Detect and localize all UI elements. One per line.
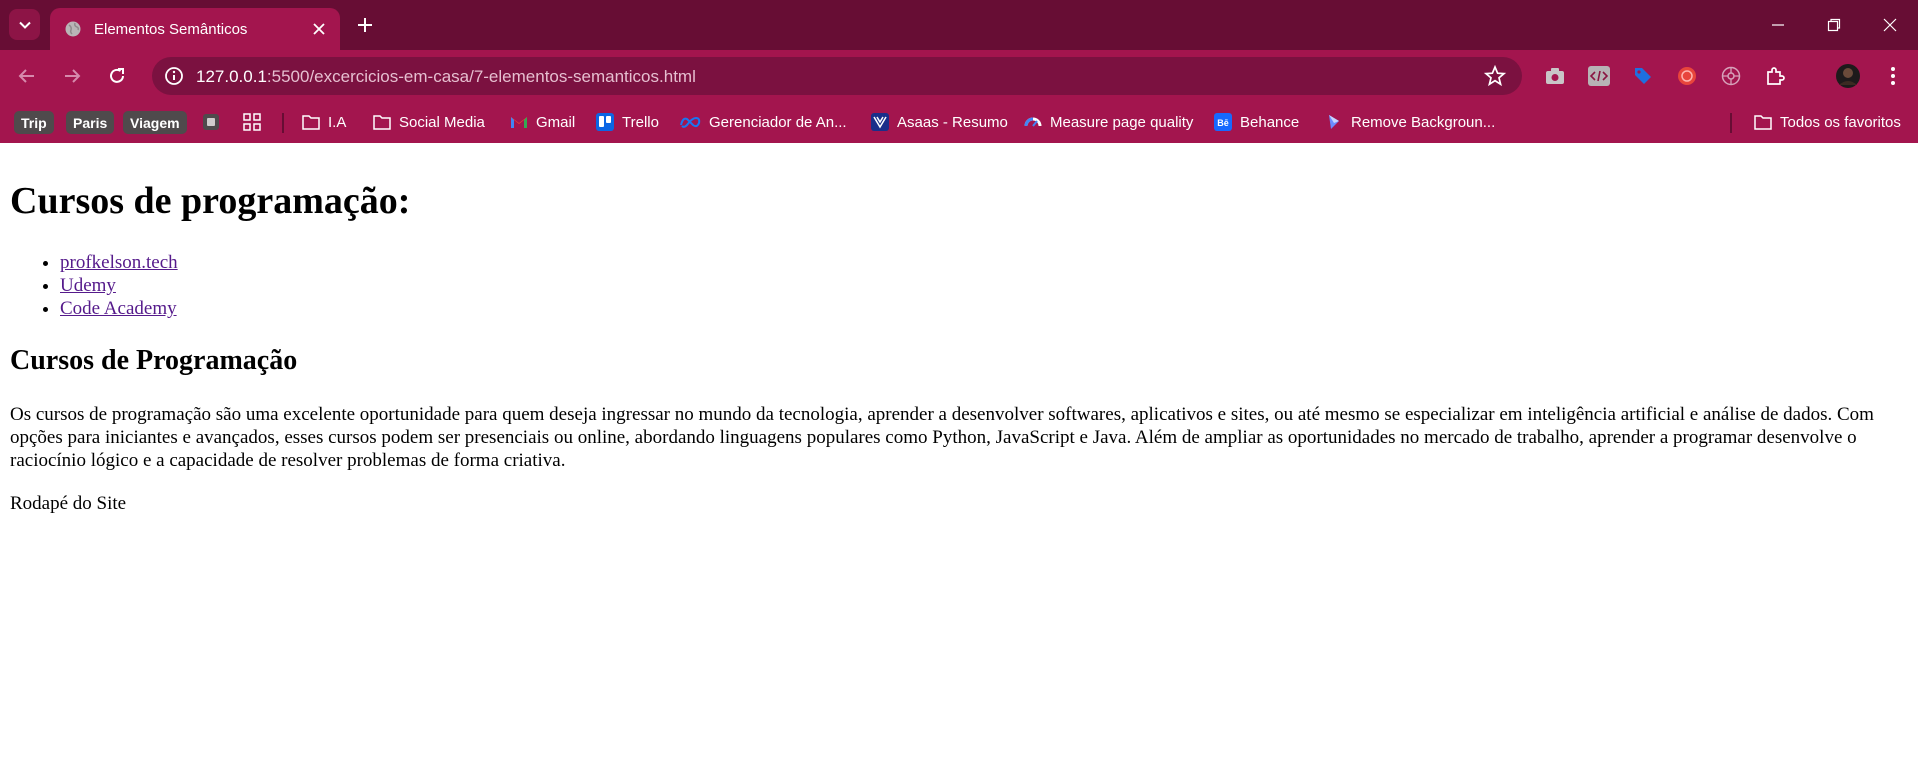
apps-shortcut[interactable] xyxy=(243,109,269,135)
bookmark-label: I.A xyxy=(328,113,347,131)
minimize-button[interactable] xyxy=(1750,0,1806,50)
arrow-right-icon xyxy=(65,69,81,83)
bookmark-chip-paris[interactable]: Paris xyxy=(66,111,115,134)
trello-icon xyxy=(596,113,614,131)
all-bookmarks-folder[interactable]: Todos os favoritos xyxy=(1754,109,1901,135)
bookmarks-separator xyxy=(1730,113,1732,133)
more-vertical-icon xyxy=(1891,67,1895,85)
reload-icon xyxy=(110,68,124,83)
bookmark-label: Social Media xyxy=(399,113,485,131)
bookmark-folder-social-media[interactable]: Social Media xyxy=(373,109,485,135)
meta-icon xyxy=(679,113,701,131)
bookmark-trello[interactable]: Trello xyxy=(596,109,659,135)
close-icon xyxy=(1883,18,1897,32)
link-udemy[interactable]: Udemy xyxy=(60,275,116,296)
url-text[interactable]: 127.0.0.1:5500/excercicios-em-casa/7-ele… xyxy=(196,67,696,87)
bookmark-grey-square[interactable] xyxy=(202,109,228,135)
bookmark-label: Gerenciador de An... xyxy=(709,113,847,131)
tag-extension-icon[interactable] xyxy=(1630,63,1656,89)
camera-extension-icon[interactable] xyxy=(1542,63,1568,89)
bookmark-behance[interactable]: Bē Behance xyxy=(1214,109,1299,135)
browser-toolbar: 127.0.0.1:5500/excercicios-em-casa/7-ele… xyxy=(0,50,1918,102)
bookmark-label: Remove Backgroun... xyxy=(1351,113,1496,131)
reload-button[interactable] xyxy=(102,61,132,91)
gear-extension-icon[interactable] xyxy=(1718,63,1744,89)
back-button[interactable] xyxy=(12,61,42,91)
bookmark-label: Behance xyxy=(1240,113,1300,131)
link-profkelson[interactable]: profkelson.tech xyxy=(60,252,178,273)
article-heading: Cursos de Programação xyxy=(10,345,298,376)
url-host: 127.0.0.1 xyxy=(196,67,267,86)
tab-title: Elementos Semânticos xyxy=(94,20,248,38)
restore-button[interactable] xyxy=(1806,0,1862,50)
browser-menu-button[interactable] xyxy=(1880,63,1906,89)
restore-icon xyxy=(1827,18,1841,32)
bookmarks-separator xyxy=(282,113,284,133)
plus-icon xyxy=(358,18,372,32)
red-circle-extension-icon[interactable] xyxy=(1674,63,1700,89)
active-tab[interactable]: Elementos Semânticos xyxy=(50,8,340,50)
course-links-list: profkelson.tech Udemy Code Academy xyxy=(10,251,178,320)
bookmark-chip-trip[interactable]: Trip xyxy=(14,111,54,134)
globe-icon xyxy=(65,21,81,37)
svg-text:Bē: Bē xyxy=(1217,118,1229,128)
forward-button[interactable] xyxy=(57,61,87,91)
arrow-left-icon xyxy=(18,69,34,83)
code-extension-icon[interactable] xyxy=(1586,63,1612,89)
square-icon xyxy=(202,113,220,131)
folder-icon xyxy=(1754,113,1772,131)
bookmark-star-icon[interactable] xyxy=(1484,65,1506,87)
gmail-icon xyxy=(510,113,528,131)
address-bar[interactable]: 127.0.0.1:5500/excercicios-em-casa/7-ele… xyxy=(152,57,1522,95)
tab-search-button[interactable] xyxy=(9,9,40,40)
bookmark-folder-ia[interactable]: I.A xyxy=(302,109,346,135)
removebg-icon xyxy=(1325,113,1343,131)
page-heading: Cursos de programação: xyxy=(10,180,411,222)
link-code-academy[interactable]: Code Academy xyxy=(60,298,177,319)
bookmark-remove-bg[interactable]: Remove Backgroun... xyxy=(1325,109,1495,135)
bookmark-label: Todos os favoritos xyxy=(1780,113,1901,131)
minimize-icon xyxy=(1772,24,1784,26)
bookmark-asaas[interactable]: Asaas - Resumo xyxy=(871,109,1008,135)
footer-text: Rodapé do Site xyxy=(10,493,127,514)
list-item: Udemy xyxy=(60,274,178,297)
profile-avatar[interactable] xyxy=(1834,62,1862,90)
bookmark-label: Gmail xyxy=(536,113,576,131)
site-info-icon[interactable] xyxy=(162,64,186,88)
article-paragraph: Os cursos de programação são uma excelen… xyxy=(10,404,1874,471)
bookmark-label: Measure page quality xyxy=(1050,113,1194,131)
folder-icon xyxy=(302,113,320,131)
extensions-puzzle-icon[interactable] xyxy=(1762,63,1788,89)
bookmarks-bar: Trip Paris Viagem I.A Social Media Gmail… xyxy=(0,102,1918,143)
pagespeed-icon xyxy=(1024,113,1042,131)
asaas-icon xyxy=(871,113,889,131)
bookmark-label: Asaas - Resumo xyxy=(897,113,1008,131)
list-item: Code Academy xyxy=(60,297,178,320)
list-item: profkelson.tech xyxy=(60,251,178,274)
apps-grid-icon xyxy=(243,113,261,131)
url-path: :5500/excercicios-em-casa/7-elementos-se… xyxy=(266,67,696,86)
tab-strip: Elementos Semânticos xyxy=(0,0,1918,50)
close-window-button[interactable] xyxy=(1862,0,1918,50)
bookmark-meta-ads[interactable]: Gerenciador de An... xyxy=(679,109,847,135)
behance-icon: Bē xyxy=(1214,113,1232,131)
bookmark-chip-viagem[interactable]: Viagem xyxy=(123,111,187,134)
close-tab-icon[interactable] xyxy=(308,18,330,40)
new-tab-button[interactable] xyxy=(352,12,378,38)
bookmark-pagespeed[interactable]: Measure page quality xyxy=(1024,109,1193,135)
bookmark-gmail[interactable]: Gmail xyxy=(510,109,575,135)
folder-icon xyxy=(373,113,391,131)
bookmark-label: Trello xyxy=(622,113,659,131)
chevron-down-icon xyxy=(18,21,31,29)
